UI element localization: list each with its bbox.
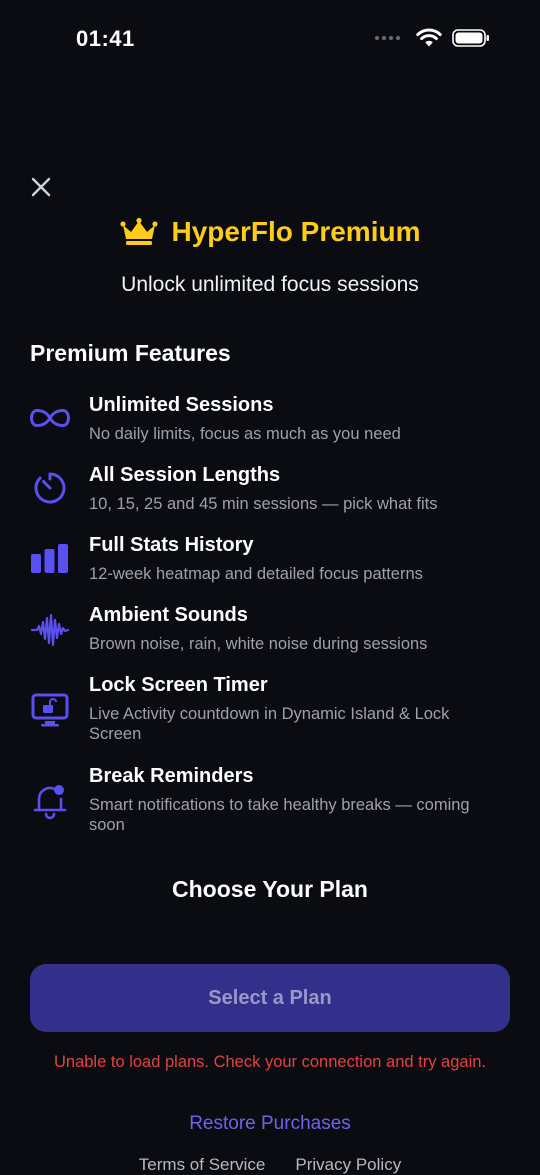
close-icon	[31, 177, 51, 197]
feature-title: Ambient Sounds	[89, 604, 248, 626]
choose-plan-title: Choose Your Plan	[172, 876, 368, 902]
page-subtitle: Unlock unlimited focus sessions	[121, 273, 419, 296]
restore-purchases-link[interactable]: Restore Purchases	[0, 1113, 540, 1135]
status-time: 01:41	[76, 26, 135, 51]
wifi-icon	[416, 28, 442, 47]
feature-description: Smart notifications to take healthy brea…	[89, 796, 470, 834]
feature-description: Brown noise, rain, white noise during se…	[89, 635, 428, 653]
timer-icon	[30, 468, 70, 508]
waveform-icon	[30, 610, 70, 650]
feature-title: Break Reminders	[89, 765, 254, 787]
feature-description: Live Activity countdown in Dynamic Islan…	[89, 705, 450, 743]
bar-chart-icon	[30, 538, 70, 578]
infinity-icon	[30, 398, 70, 438]
page-title: HyperFlo Premium	[171, 216, 421, 247]
privacy-policy-link[interactable]: Privacy Policy	[295, 1155, 401, 1175]
feature-title: Lock Screen Timer	[89, 674, 268, 696]
lock-screen-icon	[30, 690, 70, 730]
feature-description: 10, 15, 25 and 45 min sessions — pick wh…	[89, 495, 438, 513]
feature-title: Unlimited Sessions	[89, 394, 274, 416]
select-plan-button[interactable]: Select a Plan	[30, 964, 510, 1032]
features-section-title: Premium Features	[30, 340, 231, 366]
footer-links: Terms of Service Privacy Policy	[0, 1155, 540, 1175]
paywall-header: HyperFlo Premium	[0, 216, 540, 248]
battery-icon	[452, 29, 489, 47]
error-message: Unable to load plans. Check your connect…	[53, 1053, 487, 1071]
feature-description: No daily limits, focus as much as you ne…	[89, 425, 401, 443]
status-bar: 01:41	[0, 0, 540, 80]
terms-of-service-link[interactable]: Terms of Service	[139, 1155, 266, 1175]
feature-title: Full Stats History	[89, 534, 254, 556]
crown-icon	[119, 217, 158, 245]
feature-description: 12-week heatmap and detailed focus patte…	[89, 565, 423, 583]
status-icons	[375, 28, 490, 48]
close-button[interactable]	[28, 174, 54, 200]
bell-badge-icon	[30, 781, 70, 821]
feature-title: All Session Lengths	[89, 464, 281, 486]
cellular-signal-icon	[375, 36, 400, 40]
